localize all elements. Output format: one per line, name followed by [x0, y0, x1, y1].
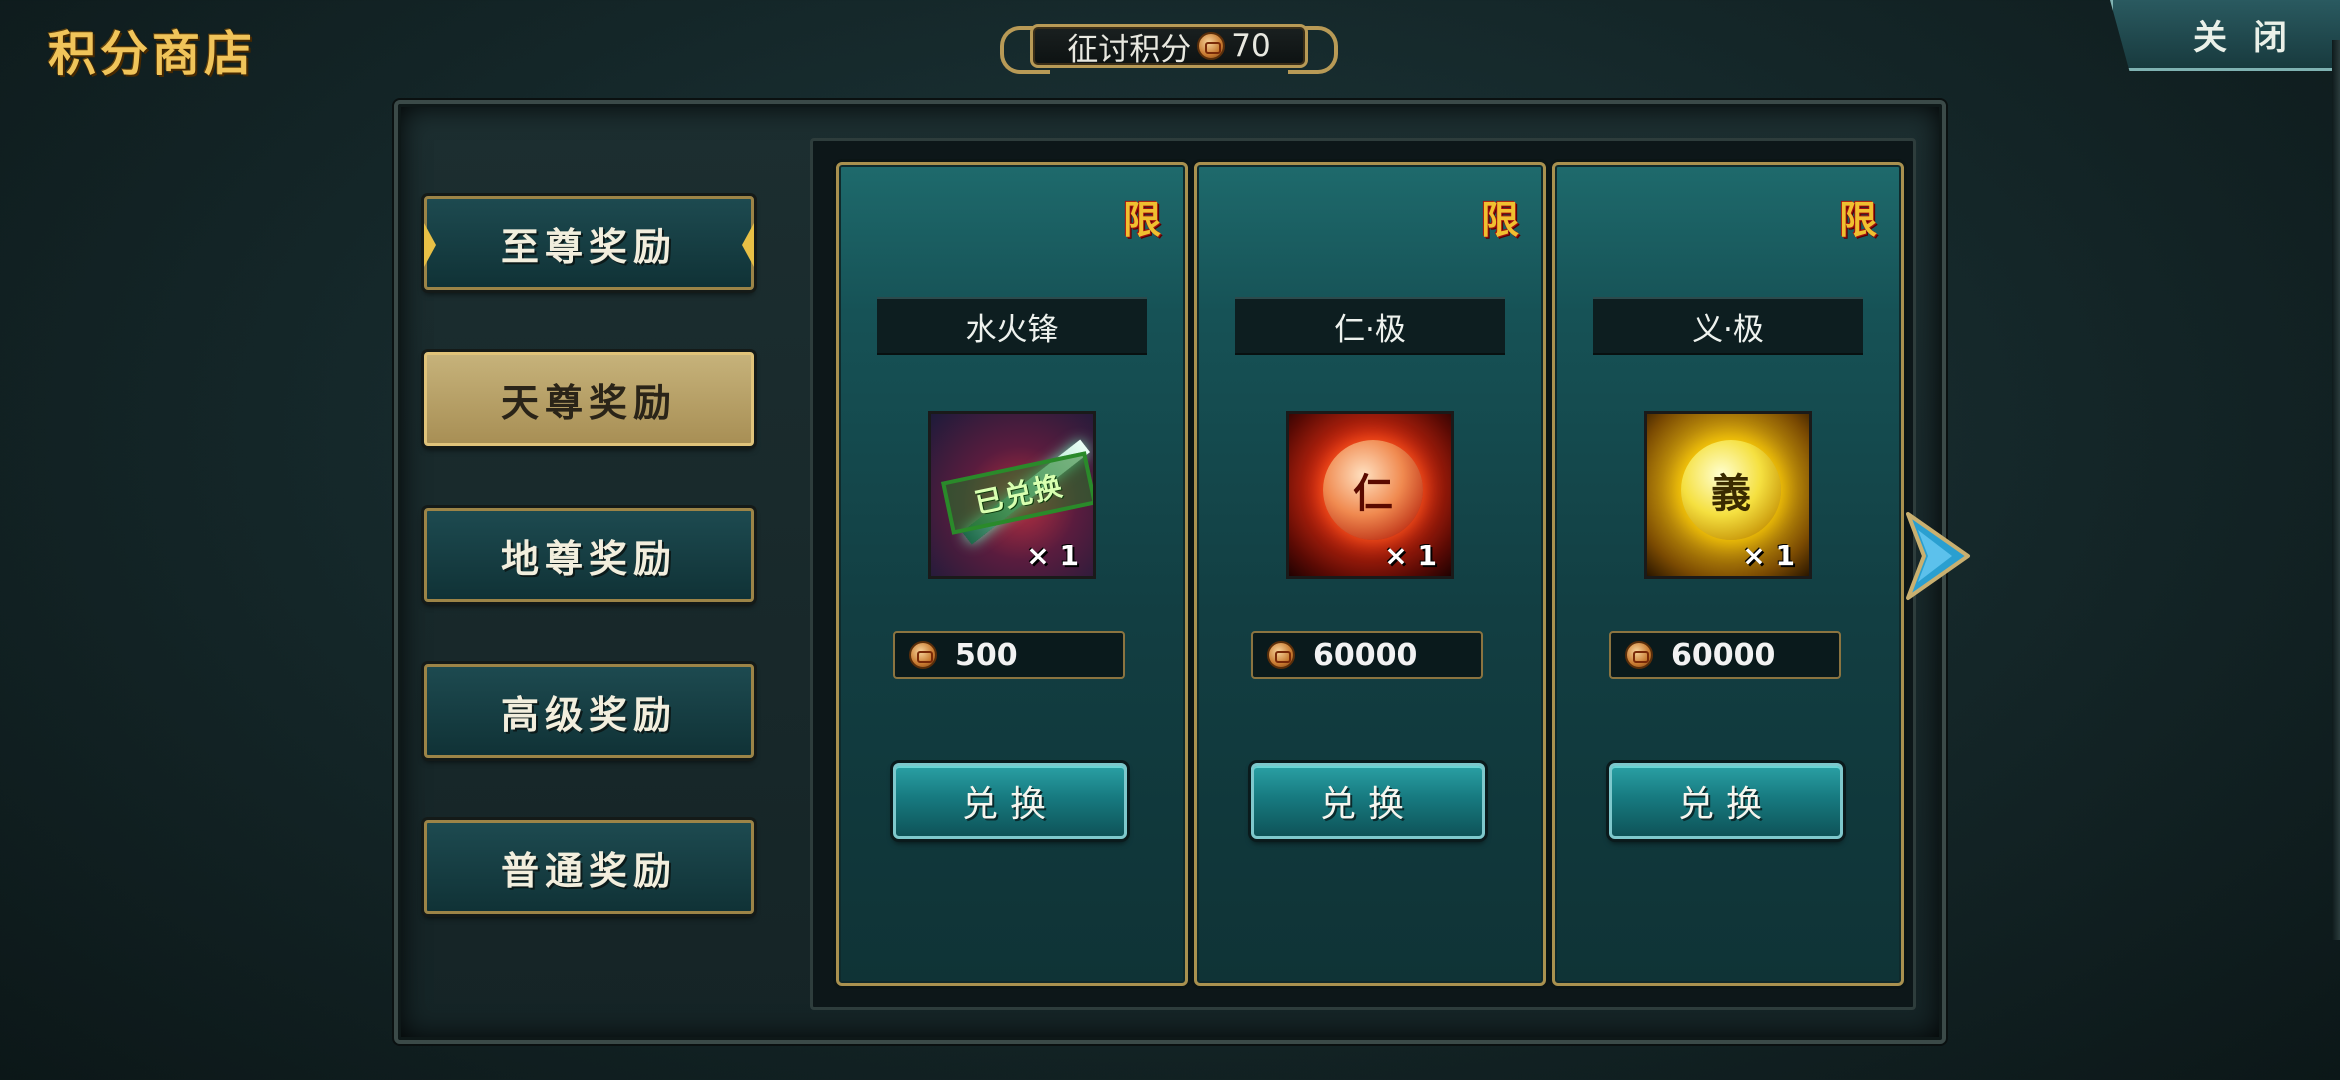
tab-supreme-rewards[interactable]: 至尊奖励 — [424, 196, 754, 290]
item-card: 限 仁·极 仁 × 1 60000 兑换 — [1194, 162, 1546, 986]
item-name: 义·极 — [1593, 297, 1863, 355]
yi-orb-icon[interactable]: 義 × 1 — [1644, 411, 1812, 579]
tab-label: 高级奖励 — [500, 691, 677, 737]
tab-normal-rewards[interactable]: 普通奖励 — [424, 820, 754, 914]
exchange-button[interactable]: 兑换 — [1251, 763, 1485, 839]
tab-label: 地尊奖励 — [500, 535, 677, 581]
points-value: 70 — [1231, 28, 1271, 64]
item-quantity: × 1 — [1384, 539, 1437, 572]
coin-icon — [1625, 641, 1653, 669]
points-display: 征讨积分 70 — [996, 18, 1342, 74]
item-name: 仁·极 — [1235, 297, 1505, 355]
close-label: 关闭 — [2193, 17, 2313, 58]
tab-label: 普通奖励 — [500, 847, 677, 893]
exchange-button[interactable]: 兑换 — [1609, 763, 1843, 839]
coin-icon — [1197, 32, 1226, 60]
price-value: 500 — [955, 637, 1018, 673]
item-name: 水火锋 — [877, 297, 1147, 355]
ren-orb-icon[interactable]: 仁 × 1 — [1286, 411, 1454, 579]
item-card: 限 义·极 義 × 1 60000 兑换 — [1552, 162, 1904, 986]
orb-glyph: 仁 — [1323, 440, 1423, 540]
coin-icon — [909, 641, 937, 669]
tab-label: 至尊奖励 — [500, 223, 677, 269]
item-card: 限 水火锋 已兑换 × 1 500 兑换 — [836, 162, 1188, 986]
exchange-button[interactable]: 兑换 — [893, 763, 1127, 839]
screen-edge — [2332, 40, 2340, 940]
orb-glyph: 義 — [1681, 440, 1781, 540]
price-box: 500 — [893, 631, 1125, 679]
limited-badge: 限 — [1838, 197, 1877, 242]
price-box: 60000 — [1609, 631, 1841, 679]
page-title: 积分商店 — [48, 26, 257, 82]
limited-badge: 限 — [1480, 197, 1519, 242]
tab-advanced-rewards[interactable]: 高级奖励 — [424, 664, 754, 758]
next-arrow-icon[interactable] — [1902, 510, 1972, 602]
coin-icon — [1267, 641, 1295, 669]
spear-icon[interactable]: 已兑换 × 1 — [928, 411, 1096, 579]
points-label: 征讨积分 — [1067, 31, 1192, 68]
limited-badge: 限 — [1122, 197, 1161, 242]
tab-heaven-rewards[interactable]: 天尊奖励 — [424, 352, 754, 446]
item-quantity: × 1 — [1742, 539, 1795, 572]
tab-label: 天尊奖励 — [500, 379, 677, 425]
price-value: 60000 — [1671, 637, 1776, 673]
close-button[interactable]: 关闭 — [2110, 0, 2340, 71]
item-quantity: × 1 — [1026, 539, 1079, 572]
price-value: 60000 — [1313, 637, 1418, 673]
redeemed-stamp: 已兑换 — [941, 451, 1093, 535]
price-box: 60000 — [1251, 631, 1483, 679]
tab-earth-rewards[interactable]: 地尊奖励 — [424, 508, 754, 602]
